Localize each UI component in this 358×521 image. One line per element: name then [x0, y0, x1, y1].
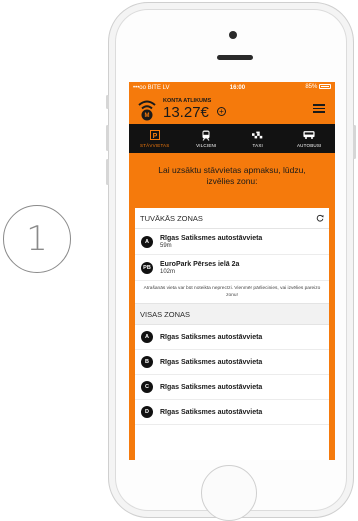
nearest-zones-title: TUVĀKĀS ZONAS — [140, 213, 203, 223]
zone-badge: D — [141, 406, 153, 418]
battery-icon — [319, 84, 331, 90]
zone-row[interactable]: B Rīgas Satiksmes autostāvvieta — [135, 350, 329, 375]
taxi-icon — [251, 129, 264, 141]
earpiece-speaker — [217, 55, 253, 60]
zone-name: Rīgas Satiksmes autostāvvieta — [160, 358, 263, 366]
zone-row[interactable]: A Rīgas Satiksmes autostāvvieta — [135, 325, 329, 350]
add-funds-icon[interactable]: + — [217, 107, 226, 116]
tab-parking-label: STĀVVIETAS — [140, 143, 170, 148]
transport-tabs: P STĀVVIETAS VILCIENI TAXI AUTOBUSI — [129, 124, 335, 153]
all-zones-header: VISAS ZONAS — [135, 304, 329, 325]
nearest-zone-row[interactable]: PB EuroPark Pērses ielā 2a 102m — [135, 255, 329, 281]
battery-status: 85% — [305, 84, 331, 91]
app-screen: •••oo BITE LV 16:00 85% M KONTA ATLIKUMS… — [129, 82, 335, 460]
home-button[interactable] — [201, 465, 257, 521]
status-bar: •••oo BITE LV 16:00 85% — [129, 82, 335, 93]
tab-buses-label: AUTOBUSI — [296, 143, 322, 148]
balance-amount: 13.27€ — [163, 104, 209, 121]
all-zones-title: VISAS ZONAS — [140, 309, 191, 319]
train-icon — [200, 129, 212, 141]
phone-frame: •••oo BITE LV 16:00 85% M KONTA ATLIKUMS… — [106, 2, 356, 521]
nearest-zones-header: TUVĀKĀS ZONAS — [135, 208, 329, 229]
front-camera — [229, 31, 237, 39]
zone-name: Rīgas Satiksmes autostāvvieta — [160, 383, 263, 391]
power-button — [353, 125, 356, 159]
zone-badge: A — [141, 331, 153, 343]
zones-panel: TUVĀKĀS ZONAS A Rīgas Satiksmes autostāv… — [135, 208, 329, 460]
clock: 16:00 — [229, 84, 246, 91]
zone-badge: A — [141, 235, 153, 248]
refresh-icon[interactable] — [316, 214, 324, 222]
bus-icon — [303, 129, 315, 141]
tab-trains-label: VILCIENI — [196, 143, 217, 148]
tab-taxi-label: TAXI — [252, 143, 263, 148]
svg-text:M: M — [145, 113, 150, 119]
zone-badge: C — [141, 381, 153, 393]
mute-switch — [106, 95, 109, 109]
zone-name: Rīgas Satiksmes autostāvvieta — [160, 408, 263, 416]
battery-percent: 85% — [305, 84, 318, 91]
zone-badge: B — [141, 356, 153, 368]
tab-trains[interactable]: VILCIENI — [181, 124, 233, 153]
tab-buses[interactable]: AUTOBUSI — [284, 124, 336, 153]
nearest-zone-row[interactable]: A Rīgas Satiksmes autostāvvieta 59m — [135, 229, 329, 255]
step-number: 1 — [3, 205, 71, 273]
svg-text:P: P — [152, 133, 157, 140]
zone-badge: PB — [141, 261, 153, 274]
zone-row[interactable]: D Rīgas Satiksmes autostāvvieta — [135, 400, 329, 425]
zone-distance: 102m — [160, 268, 176, 275]
location-accuracy-note: Atrašanās vieta var būt noteikta neprecī… — [135, 281, 329, 304]
zone-name: Rīgas Satiksmes autostāvvieta — [160, 234, 263, 242]
zone-name: Rīgas Satiksmes autostāvvieta — [160, 333, 263, 341]
tab-taxi[interactable]: TAXI — [232, 124, 284, 153]
parking-icon: P — [149, 129, 161, 141]
volume-down-button — [106, 159, 109, 185]
tab-parking[interactable]: P STĀVVIETAS — [129, 124, 181, 153]
zone-distance: 59m — [160, 242, 172, 249]
account-balance-bar: M KONTA ATLIKUMS 13.27€ + — [129, 93, 335, 124]
volume-up-button — [106, 125, 109, 151]
carrier-label: •••oo BITE LV — [133, 84, 170, 91]
zone-prompt: Lai uzsāktu stāvvietas apmaksu, lūdzu, i… — [158, 164, 306, 186]
zone-name: EuroPark Pērses ielā 2a — [160, 260, 240, 268]
zone-row[interactable]: C Rīgas Satiksmes autostāvvieta — [135, 375, 329, 400]
mobilly-logo-icon: M — [138, 100, 156, 121]
menu-icon[interactable] — [313, 104, 325, 113]
